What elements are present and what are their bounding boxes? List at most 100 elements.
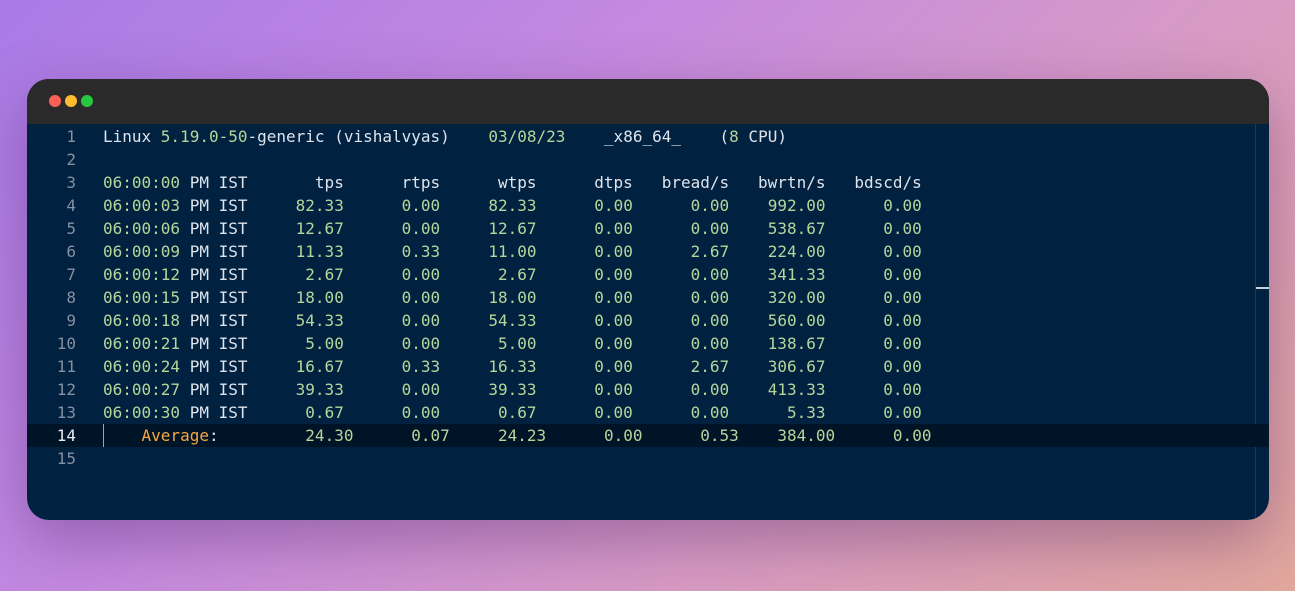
number-token: 0.00 <box>690 311 730 330</box>
line-content: Average: 24.30 0.07 24.23 0.00 0.53 384.… <box>103 424 932 447</box>
number-token: 0.07 <box>411 426 450 445</box>
text-token: PM IST <box>180 334 306 353</box>
number-token: 06:00:21 <box>103 334 181 353</box>
number-token: 0.00 <box>883 403 922 422</box>
close-window-icon[interactable] <box>49 95 61 107</box>
line-content: 06:00:00 PM IST tps rtps wtps dtps bread… <box>103 171 922 194</box>
editor-line[interactable]: 12 06:00:27 PM IST 39.33 0.00 39.33 0.00 … <box>27 378 1269 401</box>
number-token: 413.33 <box>767 380 826 399</box>
title-bar <box>27 79 1269 124</box>
number-token: 5.19.0-50 <box>160 127 248 146</box>
number-token: 0.00 <box>690 265 730 284</box>
editor-line[interactable]: 14 Average: 24.30 0.07 24.23 0.00 0.53 3… <box>27 424 1269 447</box>
text-token: -generic (vishalvyas) <box>247 127 489 146</box>
line-number: 14 <box>56 426 76 445</box>
number-token: 16.33 <box>488 357 537 376</box>
number-token: 0.00 <box>603 426 643 445</box>
number-token: 0.00 <box>594 242 633 261</box>
line-content: 06:00:24 PM IST 16.67 0.33 16.33 0.00 2.… <box>103 355 922 378</box>
editor-line[interactable]: 4 06:00:03 PM IST 82.33 0.00 82.33 0.00 0… <box>27 194 1269 217</box>
number-token: 0.33 <box>401 242 441 261</box>
number-token: 138.67 <box>767 334 826 353</box>
line-number: 5 <box>66 219 76 238</box>
number-token: 0.00 <box>690 219 730 238</box>
number-token: 0.00 <box>401 265 441 284</box>
line-content: 06:00:03 PM IST 82.33 0.00 82.33 0.00 0.… <box>103 194 922 217</box>
number-token: 0.00 <box>401 288 441 307</box>
editor-line[interactable]: 8 06:00:15 PM IST 18.00 0.00 18.00 0.00 0… <box>27 286 1269 309</box>
text-token: PM IST <box>180 242 296 261</box>
editor-line[interactable]: 10 06:00:21 PM IST 5.00 0.00 5.00 0.00 0.… <box>27 332 1269 355</box>
number-token: 06:00:03 <box>103 196 181 215</box>
number-token: 54.33 <box>488 311 537 330</box>
number-token: 0.00 <box>401 219 441 238</box>
editor-line[interactable]: 6 06:00:09 PM IST 11.33 0.33 11.00 0.00 2… <box>27 240 1269 263</box>
code-editor[interactable]: 1 Linux 5.19.0-50-generic (vishalvyas) 03… <box>27 124 1269 520</box>
number-token: 2.67 <box>690 357 730 376</box>
number-token: 306.67 <box>767 357 826 376</box>
editor-line[interactable]: 1 Linux 5.19.0-50-generic (vishalvyas) 03… <box>27 125 1269 148</box>
number-token: 39.33 <box>488 380 537 399</box>
number-token: 39.33 <box>295 380 344 399</box>
text-token: PM IST <box>180 380 296 399</box>
line-number: 11 <box>56 357 76 376</box>
number-token: 06:00:30 <box>103 403 181 422</box>
number-token: 0.00 <box>883 357 922 376</box>
editor-line[interactable]: 15 <box>27 447 1269 470</box>
number-token: 0.00 <box>594 219 633 238</box>
number-token: 06:00:12 <box>103 265 181 284</box>
number-token: 12.67 <box>488 219 537 238</box>
text-token: PM IST <box>180 219 296 238</box>
number-token: 8 <box>729 127 739 146</box>
editor-line[interactable]: 3 06:00:00 PM IST tps rtps wtps dtps brea… <box>27 171 1269 194</box>
number-token: 992.00 <box>767 196 826 215</box>
number-token: 341.33 <box>767 265 826 284</box>
number-token: 5.00 <box>497 334 537 353</box>
number-token: 0.00 <box>690 196 730 215</box>
number-token: 2.67 <box>305 265 344 284</box>
editor-line[interactable]: 5 06:00:06 PM IST 12.67 0.00 12.67 0.00 0… <box>27 217 1269 240</box>
minimize-window-icon[interactable] <box>65 95 77 107</box>
line-number: 13 <box>56 403 76 422</box>
editor-line[interactable]: 2 <box>27 148 1269 171</box>
line-number: 15 <box>56 449 76 468</box>
number-token: 5.00 <box>305 334 344 353</box>
editor-line[interactable]: 9 06:00:18 PM IST 54.33 0.00 54.33 0.00 0… <box>27 309 1269 332</box>
line-content: 06:00:27 PM IST 39.33 0.00 39.33 0.00 0.… <box>103 378 922 401</box>
maximize-window-icon[interactable] <box>81 95 93 107</box>
number-token: 0.00 <box>594 196 633 215</box>
number-token: 0.00 <box>401 334 441 353</box>
editor-line[interactable]: 7 06:00:12 PM IST 2.67 0.00 2.67 0.00 0.0… <box>27 263 1269 286</box>
editor-line[interactable]: 13 06:00:30 PM IST 0.67 0.00 0.67 0.00 0.… <box>27 401 1269 424</box>
number-token: 0.53 <box>700 426 739 445</box>
number-token: 224.00 <box>767 242 826 261</box>
text-token: PM IST <box>180 265 306 284</box>
number-token: 0.33 <box>401 357 441 376</box>
editor-line[interactable]: 11 06:00:24 PM IST 16.67 0.33 16.33 0.00 … <box>27 355 1269 378</box>
